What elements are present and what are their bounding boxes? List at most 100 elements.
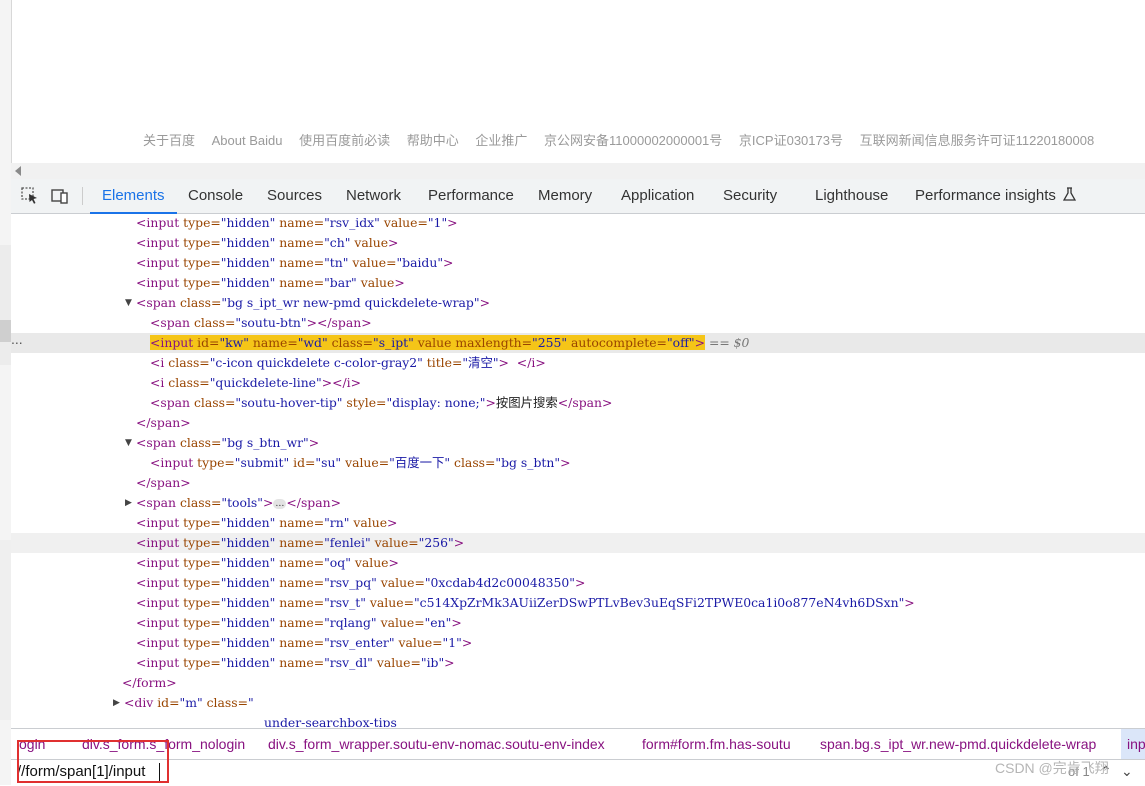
attr-name: name=	[275, 215, 325, 230]
attr-value: under-searchbox-tips	[264, 715, 397, 727]
dom-node-line[interactable]: <span class="soutu-hover-tip" style="dis…	[11, 393, 1145, 413]
tag-open: <input	[136, 515, 180, 530]
tag-open: <input	[136, 275, 180, 290]
inspect-element-icon[interactable]	[21, 187, 39, 205]
attr-value: "百度一下"	[389, 455, 451, 470]
more-options-icon[interactable]: ...	[11, 329, 23, 349]
attr-value: "hidden"	[220, 635, 276, 650]
tag-open: <i	[150, 375, 165, 390]
attr-value: "submit"	[234, 455, 290, 470]
tab-sources[interactable]: Sources	[267, 179, 322, 213]
dom-node-line[interactable]: <span class="soutu-btn"></span>	[11, 313, 1145, 333]
attr-name: class=	[327, 335, 373, 350]
attr-name: name=	[275, 555, 325, 570]
tag-close: >	[308, 435, 320, 450]
footer-link[interactable]: 使用百度前必读	[299, 130, 390, 149]
dom-node-line[interactable]: <input type="hidden" name="rsv_dl" value…	[11, 653, 1145, 673]
breadcrumb-item-current[interactable]: inp	[1121, 729, 1145, 759]
tag-open: <input	[136, 215, 180, 230]
footer-link[interactable]: 互联网新闻信息服务许可证11220180008	[860, 130, 1095, 149]
dom-node-line[interactable]: </span>	[11, 473, 1145, 493]
tab-security[interactable]: Security	[723, 179, 777, 213]
dom-node-line[interactable]: <input type="hidden" name="rsv_pq" value…	[11, 573, 1145, 593]
selected-dom-node-line[interactable]: ... <input id="kw" name="wd" class="s_ipt…	[11, 331, 1145, 353]
dom-node-line[interactable]: <input type="hidden" name="oq" value>	[11, 553, 1145, 573]
footer-link[interactable]: 京ICP证030173号	[739, 130, 843, 149]
tab-network[interactable]: Network	[346, 179, 401, 213]
devtools-panel: Elements Console Sources Network Perform…	[11, 179, 1145, 786]
dom-node-line[interactable]: <input type="submit" id="su" value="百度一下…	[11, 453, 1145, 473]
dom-node-line[interactable]: ▶ <div id="m" class="	[11, 693, 1145, 713]
attr-name: value=	[394, 635, 443, 650]
attr-name: class=	[202, 695, 248, 710]
tab-memory[interactable]: Memory	[538, 179, 592, 213]
tag-open: <span	[136, 495, 177, 510]
tag-close: >	[694, 335, 705, 350]
footer-link[interactable]: 关于百度	[143, 130, 195, 149]
attr-value: "s_ipt"	[373, 335, 414, 350]
tag-close: >	[453, 535, 465, 550]
footer-link[interactable]: 帮助中心	[407, 130, 459, 149]
dom-node-line[interactable]: <input type="hidden" name="ch" value>	[11, 233, 1145, 253]
attr-name: value	[349, 515, 388, 530]
dom-node-line[interactable]: ▼ <span class="bg s_ipt_wr new-pmd quickd…	[11, 293, 1145, 313]
expand-triangle-icon[interactable]: ▼	[125, 293, 132, 313]
device-toolbar-icon[interactable]	[51, 187, 69, 205]
horizontal-scrollbar[interactable]	[11, 163, 1145, 179]
attr-value: "清空"	[462, 355, 499, 370]
dom-node-line[interactable]: <input type="hidden" name="fenlei" value…	[11, 533, 1145, 553]
breadcrumb-item[interactable]: div.s_form_wrapper.soutu-env-nomac.soutu…	[268, 729, 605, 759]
collapse-triangle-icon[interactable]: ▶	[113, 693, 120, 713]
dom-node-line[interactable]: <input type="hidden" name="rqlang" value…	[11, 613, 1145, 633]
tag-open: <input	[136, 575, 180, 590]
attr-value: "0xcdab4d2c00048350"	[424, 575, 576, 590]
tab-performance-insights[interactable]: Performance insights	[915, 179, 1077, 213]
attr-value: "soutu-hover-tip"	[235, 395, 343, 410]
tab-performance[interactable]: Performance	[428, 179, 514, 213]
footer-link[interactable]: About Baidu	[212, 133, 283, 148]
tag-open: <input	[136, 235, 180, 250]
tab-console[interactable]: Console	[188, 179, 243, 213]
attr-value: "bg s_btn"	[495, 455, 561, 470]
attr-value: "en"	[424, 615, 452, 630]
dom-node-line[interactable]: </form>	[11, 673, 1145, 693]
attr-value: "rn"	[324, 515, 350, 530]
attr-value: "bg s_btn_wr"	[221, 435, 309, 450]
breadcrumb-item[interactable]: span.bg.s_ipt_wr.new-pmd.quickdelete-wra…	[820, 729, 1096, 759]
collapse-triangle-icon[interactable]: ▶	[125, 493, 132, 513]
attr-value: "hidden"	[220, 535, 276, 550]
dom-node-line[interactable]: <i class="quickdelete-line"></i>	[11, 373, 1145, 393]
devtools-tabbar: Elements Console Sources Network Perform…	[11, 179, 1145, 214]
dom-node-line[interactable]: under-searchbox-tips	[11, 713, 1145, 727]
attr-name: name=	[275, 255, 325, 270]
dom-node-line[interactable]: <input type="hidden" name="rn" value>	[11, 513, 1145, 533]
dom-node-line[interactable]: ▶ <span class="tools">… </span>	[11, 493, 1145, 513]
attr-value: "rsv_dl"	[324, 655, 373, 670]
attr-name: name=	[275, 515, 325, 530]
dom-node-line[interactable]: <input type="hidden" name="rsv_idx" valu…	[11, 213, 1145, 233]
attr-value: "hidden"	[220, 235, 276, 250]
dom-node-line[interactable]: ▼ <span class="bg s_btn_wr">	[11, 433, 1145, 453]
footer-link[interactable]: 京公网安备11000002000001号	[544, 130, 722, 149]
attr-value: "rqlang"	[324, 615, 377, 630]
tab-lighthouse[interactable]: Lighthouse	[815, 179, 888, 213]
attr-name: name=	[275, 275, 325, 290]
scroll-left-icon[interactable]	[15, 166, 21, 176]
dom-node-line[interactable]: <input type="hidden" name="bar" value>	[11, 273, 1145, 293]
footer-link[interactable]: 企业推广	[475, 130, 527, 149]
tab-elements[interactable]: Elements	[90, 179, 176, 214]
attr-value: "rsv_idx"	[324, 215, 380, 230]
dom-node-line[interactable]: </span>	[11, 413, 1145, 433]
dom-node-line[interactable]: <input type="hidden" name="rsv_enter" va…	[11, 633, 1145, 653]
attr-name: type=	[179, 655, 221, 670]
expand-ellipsis-button[interactable]: …	[273, 498, 287, 509]
expand-triangle-icon[interactable]: ▼	[125, 433, 132, 453]
toolbar-divider	[82, 187, 83, 205]
next-match-icon[interactable]: ⌄	[1121, 763, 1133, 780]
tab-application[interactable]: Application	[621, 179, 694, 213]
dom-node-line[interactable]: <input type="hidden" name="rsv_t" value=…	[11, 593, 1145, 613]
dom-node-line[interactable]: <input type="hidden" name="tn" value="ba…	[11, 253, 1145, 273]
attr-name: value	[356, 275, 395, 290]
dom-node-line[interactable]: <i class="c-icon quickdelete c-color-gra…	[11, 353, 1145, 373]
breadcrumb-item[interactable]: form#form.fm.has-soutu	[642, 729, 791, 759]
